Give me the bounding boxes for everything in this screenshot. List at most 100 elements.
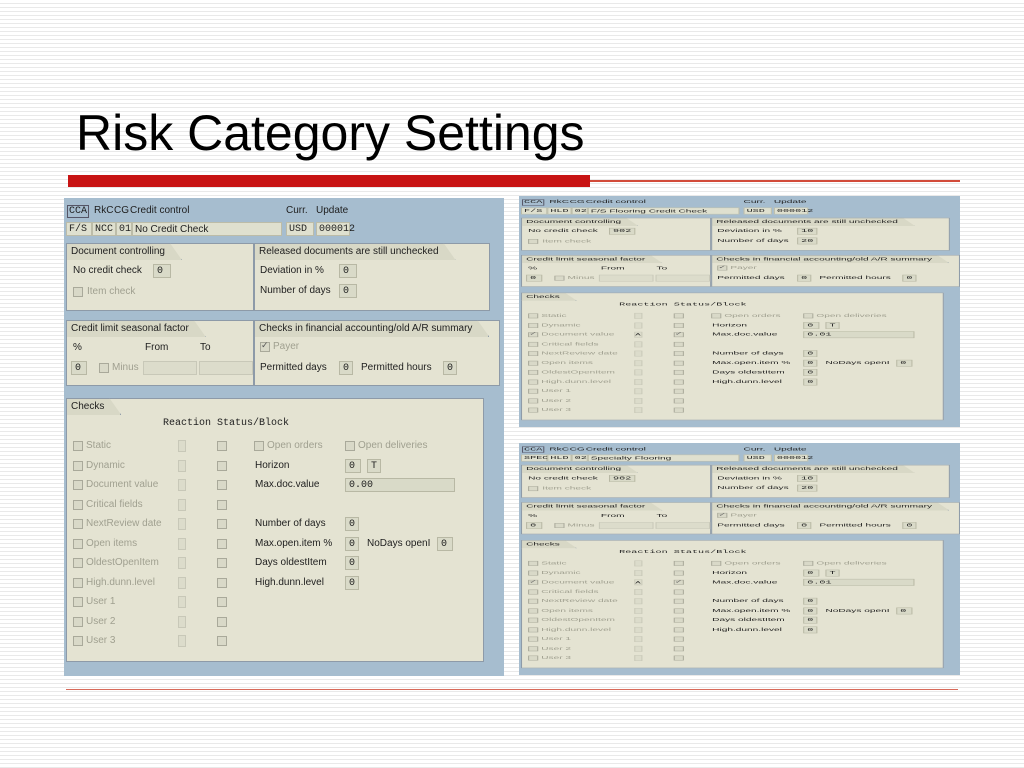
check-row-checkbox[interactable] (528, 322, 539, 328)
percent-value[interactable]: 0 (526, 522, 543, 529)
high-dunning-level-value[interactable]: 0 (803, 378, 818, 386)
status-block-checkbox[interactable] (217, 597, 227, 607)
reaction-field[interactable] (634, 407, 643, 414)
item-check-checkbox[interactable] (73, 287, 83, 297)
check-row-checkbox[interactable] (528, 579, 539, 585)
horizon-unit[interactable]: T (825, 569, 840, 577)
check-row-checkbox[interactable] (528, 608, 539, 614)
number-of-days-check-value[interactable]: 0 (345, 517, 360, 531)
status-block-checkbox[interactable] (673, 579, 684, 585)
from-field[interactable] (143, 361, 197, 375)
to-field[interactable] (199, 361, 253, 375)
number-of-days-value[interactable]: 0 (339, 284, 357, 298)
check-row-checkbox[interactable] (73, 499, 83, 510)
credit-area-field[interactable]: SPEC (521, 454, 548, 462)
status-block-checkbox[interactable] (673, 627, 684, 633)
horizon-value[interactable]: 0 (345, 458, 361, 473)
status-block-checkbox[interactable] (673, 598, 684, 604)
status-block-checkbox[interactable] (673, 369, 684, 375)
nodays-open-value[interactable]: 0 (896, 359, 913, 367)
status-block-checkbox[interactable] (673, 322, 684, 328)
reaction-field[interactable]: A (634, 331, 643, 338)
no-credit-check-value[interactable]: 902 (609, 227, 636, 235)
reaction-field[interactable] (634, 645, 643, 652)
check-row-checkbox[interactable] (73, 441, 83, 451)
check-row-checkbox[interactable] (528, 388, 539, 394)
nodays-open-value[interactable]: 0 (896, 607, 913, 615)
check-row-checkbox[interactable] (73, 636, 83, 646)
max-open-item-value[interactable]: 0 (803, 359, 818, 367)
reaction-field[interactable] (634, 560, 643, 567)
percent-value[interactable]: 0 (526, 274, 543, 282)
reaction-field[interactable] (178, 498, 186, 511)
risk-category-field[interactable]: NCC (92, 222, 116, 236)
reaction-field[interactable] (178, 440, 186, 452)
status-block-checkbox[interactable] (673, 398, 684, 404)
horizon-value[interactable]: 0 (803, 321, 820, 329)
horizon-unit[interactable]: T (367, 458, 382, 473)
status-block-checkbox[interactable] (217, 519, 227, 529)
check-row-checkbox[interactable] (528, 341, 539, 347)
check-row-checkbox[interactable] (528, 331, 539, 338)
status-block-checkbox[interactable] (673, 646, 684, 651)
check-row-checkbox[interactable] (528, 407, 539, 413)
reaction-field[interactable] (634, 312, 643, 319)
open-deliveries-checkbox[interactable] (803, 560, 814, 566)
reaction-field[interactable] (634, 588, 643, 595)
reaction-field[interactable] (178, 596, 186, 608)
update-field[interactable]: 000012 (773, 454, 813, 462)
reaction-field[interactable] (634, 607, 643, 614)
open-orders-checkbox[interactable] (254, 441, 264, 451)
minus-checkbox[interactable] (99, 363, 109, 373)
reaction-field[interactable] (178, 518, 186, 530)
status-block-checkbox[interactable] (217, 558, 227, 568)
check-row-checkbox[interactable] (528, 646, 539, 651)
permitted-days-value[interactable]: 0 (339, 361, 354, 375)
high-dunning-level-value[interactable]: 0 (803, 626, 818, 634)
check-row-checkbox[interactable] (528, 360, 539, 366)
check-row-checkbox[interactable] (73, 538, 83, 549)
status-block-checkbox[interactable] (673, 360, 684, 366)
minus-checkbox[interactable] (554, 275, 565, 281)
reaction-field[interactable] (178, 459, 186, 472)
reaction-field[interactable] (178, 537, 186, 550)
payer-checkbox[interactable] (717, 512, 728, 518)
credit-area-field[interactable]: F/S (521, 207, 548, 215)
reaction-field[interactable] (178, 635, 186, 647)
credit-area-field[interactable]: F/S (66, 222, 92, 236)
no-credit-check-value[interactable]: 902 (609, 475, 636, 482)
check-row-checkbox[interactable] (528, 313, 539, 319)
check-row-checkbox[interactable] (528, 369, 539, 375)
reaction-field[interactable] (634, 655, 643, 661)
check-row-checkbox[interactable] (528, 379, 539, 385)
check-row-checkbox[interactable] (528, 655, 539, 661)
risk-description-field[interactable]: Specialty Flooring (587, 454, 740, 462)
from-field[interactable] (598, 274, 654, 282)
reaction-field[interactable] (634, 636, 643, 643)
check-row-checkbox[interactable] (528, 570, 539, 576)
check-row-checkbox[interactable] (528, 398, 539, 404)
reaction-field[interactable] (634, 569, 643, 576)
status-block-checkbox[interactable] (673, 407, 684, 413)
reaction-field[interactable] (634, 388, 643, 395)
reaction-field[interactable] (634, 322, 643, 329)
reaction-field[interactable] (178, 479, 186, 491)
days-oldest-item-value[interactable]: 0 (803, 616, 818, 624)
max-doc-value[interactable]: 0.01 (803, 578, 915, 586)
check-row-checkbox[interactable] (528, 598, 539, 604)
status-block-checkbox[interactable] (217, 499, 227, 510)
horizon-value[interactable]: 0 (803, 569, 820, 577)
status-block-checkbox[interactable] (217, 480, 227, 490)
max-open-item-value[interactable]: 0 (803, 607, 818, 615)
reaction-field[interactable] (178, 615, 186, 628)
check-row-checkbox[interactable] (528, 351, 539, 356)
reaction-field[interactable] (634, 360, 643, 366)
status-block-checkbox[interactable] (673, 560, 684, 566)
check-row-checkbox[interactable] (73, 480, 83, 490)
credit-group-field[interactable]: 02 (571, 207, 588, 215)
check-row-checkbox[interactable] (73, 460, 83, 471)
status-block-checkbox[interactable] (217, 636, 227, 646)
check-row-checkbox[interactable] (528, 589, 539, 595)
minus-checkbox[interactable] (554, 523, 565, 528)
permitted-days-value[interactable]: 0 (797, 274, 812, 282)
